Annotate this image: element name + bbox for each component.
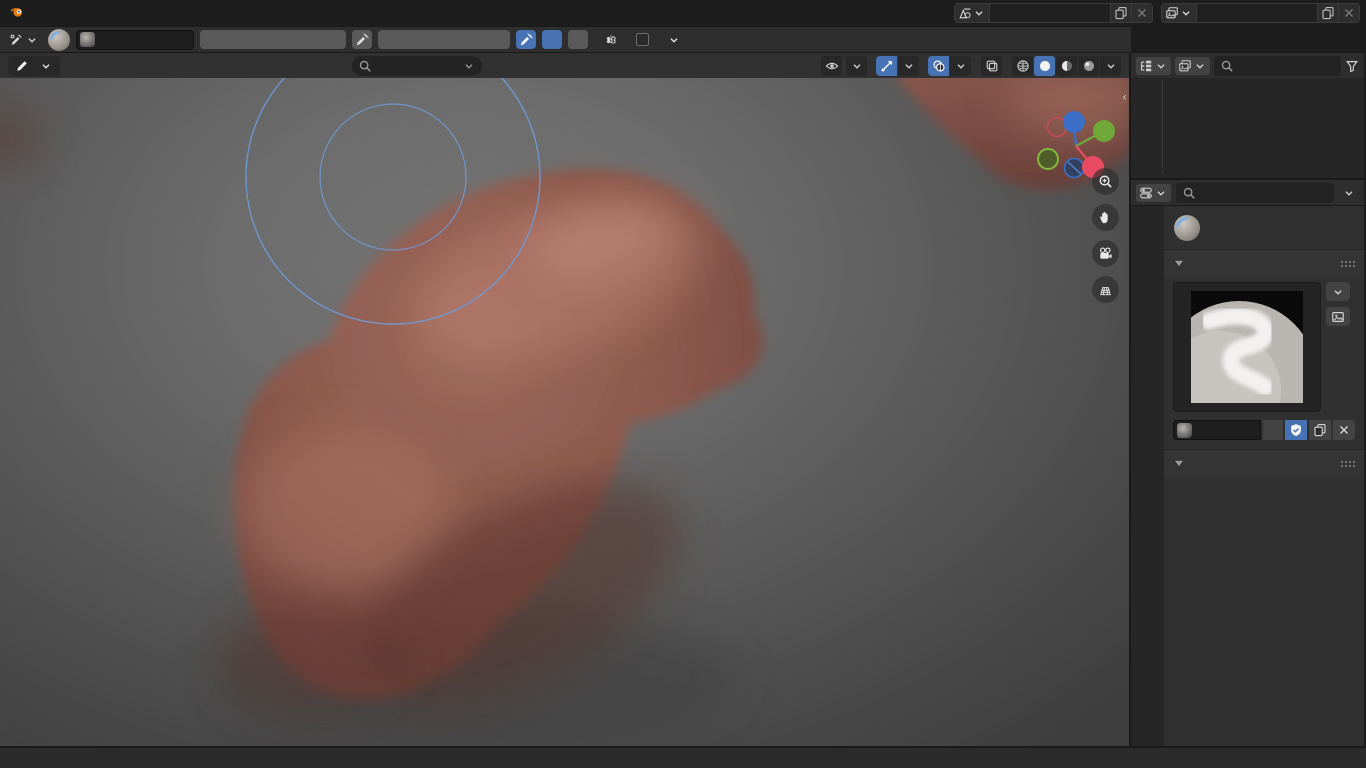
mode-selector[interactable] [8,56,60,76]
strength-slider[interactable] [378,30,510,49]
panel-grip[interactable] [1340,260,1356,267]
status-bar [0,746,1366,768]
shading-solid-button[interactable] [1034,56,1055,76]
outliner [1131,78,1364,178]
brush-preview-chip [80,32,95,47]
scene-icon[interactable] [955,4,990,22]
outliner-header [1131,52,1364,78]
fake-user-shield-button[interactable] [1285,420,1307,440]
workspace-tabs [48,0,946,26]
scene-selector[interactable] [954,3,1153,23]
zoom-button[interactable] [1092,168,1119,195]
axis-z[interactable] [1063,111,1085,133]
panel-expand-icon [1172,456,1186,470]
topbar [0,0,1366,26]
editor-type-button[interactable] [6,31,42,49]
pan-button[interactable] [1092,204,1119,231]
new-scene-button[interactable] [1110,4,1131,22]
brush-add-button[interactable] [542,30,562,49]
blender-logo-icon[interactable] [10,5,30,21]
view-layer-icon[interactable] [1162,4,1197,22]
outliner-filter-mode[interactable] [1175,57,1210,75]
brushes-panel-header[interactable] [1164,249,1364,276]
blender-window: ‹ [0,0,1366,768]
properties-editor-type[interactable] [1136,184,1171,202]
show-gizmo-visibility-button[interactable] [821,56,842,76]
new-brush-button[interactable] [1309,420,1331,440]
visibility-dropdown[interactable] [846,56,867,76]
xray-toggle[interactable] [981,56,1002,76]
brush-select-dropdown[interactable] [1326,282,1350,301]
overlays-toggle[interactable] [928,56,949,76]
dyntopo-checkbox[interactable] [636,33,649,46]
dyntopo-dropdown[interactable] [655,30,689,49]
search-icon [1220,59,1234,73]
viewport-3d[interactable]: ‹ [0,78,1129,746]
breadcrumb [1164,206,1364,249]
ortho-grid-button[interactable] [1092,276,1119,303]
unlink-scene-button[interactable] [1131,4,1152,22]
outliner-display-mode[interactable] [1136,57,1171,75]
sculpt-scene [0,78,1129,746]
gizmos-dropdown[interactable] [898,56,919,76]
filter-icon[interactable] [1345,59,1359,73]
users-count-button[interactable] [1263,420,1283,440]
shading-wireframe-button[interactable] [1012,56,1033,76]
remove-view-layer-button[interactable] [1338,4,1359,22]
gizmos-toggle[interactable] [876,56,897,76]
tool-settings-bar [0,26,1131,52]
brush-id-row [1164,420,1364,449]
brush-name-field[interactable] [76,30,194,50]
brush-preview-area [1164,276,1364,420]
search-icon [1182,186,1196,200]
brush-preview-well[interactable] [1173,282,1321,412]
search-icon [358,59,372,73]
brush-chip [1177,423,1192,438]
overlays-dropdown[interactable] [950,56,971,76]
brush-subtract-button[interactable] [568,30,588,49]
radius-slider[interactable] [200,30,346,49]
properties-options-dropdown[interactable] [1339,184,1359,202]
shading-rendered-button[interactable] [1078,56,1099,76]
viewport-header [0,52,1129,78]
properties-search[interactable] [1176,183,1334,203]
brush-preview-image [1191,291,1303,403]
brush-ball-icon [1174,215,1200,241]
strength-pressure-button[interactable] [516,30,536,49]
radius-pressure-button[interactable] [352,30,372,49]
viewport-search[interactable] [352,56,482,76]
brush-settings-rows [1164,476,1364,489]
unlink-brush-button[interactable] [1333,420,1355,440]
symmetry-icon [604,33,618,47]
brush-settings-panel-header[interactable] [1164,449,1364,476]
new-view-layer-button[interactable] [1317,4,1338,22]
brush-name-field[interactable] [1173,420,1261,440]
active-brush-icon[interactable] [48,29,70,51]
properties-header [1131,178,1364,205]
panel-expand-icon [1172,256,1186,270]
camera-view-button[interactable] [1092,240,1119,267]
brush-thumbnail-button[interactable] [1326,307,1350,326]
axis-y[interactable] [1093,120,1115,142]
viewport-nav-buttons [1092,168,1119,303]
axis-minus-y[interactable] [1038,149,1058,169]
chevron-down-icon [462,59,476,73]
properties-content [1164,206,1364,746]
outliner-search[interactable] [1214,56,1341,76]
view-layer-selector[interactable] [1161,3,1360,23]
shading-dropdown[interactable] [1100,56,1121,76]
shading-material-button[interactable] [1056,56,1077,76]
properties-tab-column [1131,206,1164,746]
sidebar-toggle[interactable]: ‹ [1122,90,1127,104]
panel-grip[interactable] [1340,460,1356,467]
sculpt-mode-icon [15,59,29,73]
